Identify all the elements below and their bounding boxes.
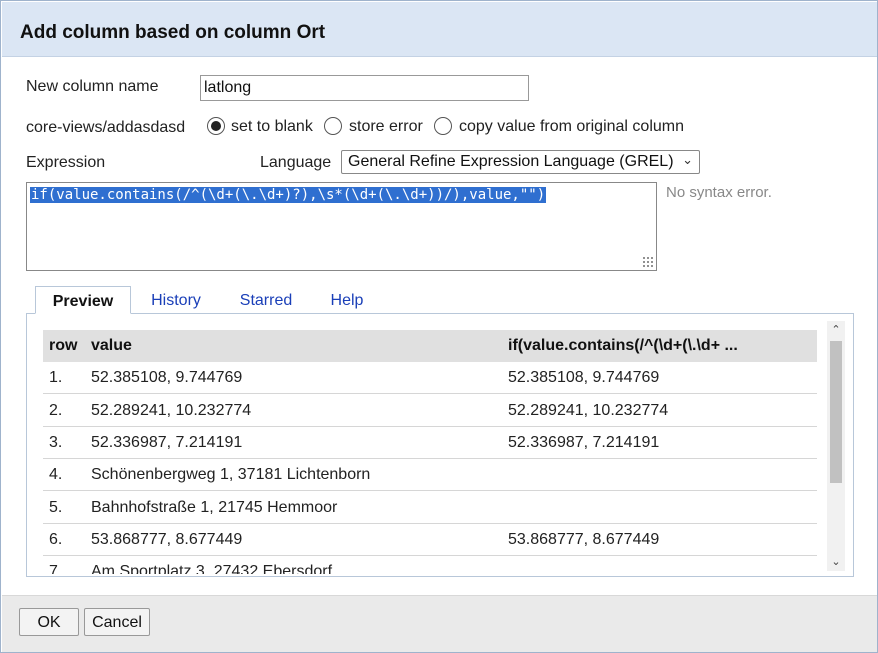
tab-starred[interactable]: Starred — [227, 286, 305, 314]
new-column-name-label: New column name — [26, 78, 159, 95]
cell-result: 52.385108, 9.744769 — [508, 369, 660, 386]
expression-textarea[interactable]: if(value.contains(/^(\d+(\.\d+)?),\s*(\d… — [26, 182, 657, 271]
cell-result: 53.868777, 8.677449 — [508, 531, 660, 548]
cell-row: 5. — [49, 499, 63, 516]
preview-scrollbar[interactable]: ⌃ ⌄ — [827, 321, 845, 571]
add-column-dialog: Add column based on column Ort New colum… — [0, 0, 878, 653]
radio-copy-value[interactable] — [434, 117, 452, 135]
cell-value: 52.385108, 9.744769 — [91, 369, 243, 386]
radio-set-to-blank-label[interactable]: set to blank — [231, 118, 313, 136]
scrollbar-thumb[interactable] — [830, 341, 842, 483]
tab-help[interactable]: Help — [319, 286, 375, 314]
cell-result: 52.289241, 10.232774 — [508, 402, 669, 419]
header-row: row — [49, 337, 78, 354]
tab-history[interactable]: History — [139, 286, 213, 314]
cell-row: 1. — [49, 369, 63, 386]
language-label: Language — [260, 154, 332, 171]
table-row: 7. Am Sportplatz 3, 27432 Ebersdorf — [43, 556, 817, 574]
dialog-titlebar[interactable]: Add column based on column Ort — [2, 2, 877, 57]
expression-text: if(value.contains(/^(\d+(\.\d+)?),\s*(\d… — [30, 187, 547, 203]
cell-value: 52.289241, 10.232774 — [91, 402, 252, 419]
new-column-name-input[interactable] — [200, 75, 529, 101]
language-select-value: General Refine Expression Language (GREL… — [348, 153, 674, 170]
table-row: 4. Schönenbergweg 1, 37181 Lichtenborn — [43, 459, 817, 491]
chevron-down-icon: ⌄ — [682, 152, 693, 167]
header-expression: if(value.contains(/^(\d+(\.\d+ ... — [508, 337, 738, 354]
cell-row: 4. — [49, 466, 63, 483]
on-error-label: core-views/addasdasd — [26, 119, 186, 136]
expression-label: Expression — [26, 154, 106, 171]
radio-store-error-label[interactable]: store error — [349, 118, 423, 136]
header-value: value — [91, 337, 132, 354]
ok-button[interactable]: OK — [19, 608, 79, 636]
radio-set-to-blank[interactable] — [207, 117, 225, 135]
radio-copy-value-label[interactable]: copy value from original column — [459, 118, 684, 136]
table-row: 2. 52.289241, 10.232774 52.289241, 10.23… — [43, 395, 817, 427]
dialog-title: Add column based on column Ort — [20, 22, 326, 43]
cell-row: 3. — [49, 434, 63, 451]
cell-value: Schönenbergweg 1, 37181 Lichtenborn — [91, 466, 371, 483]
cell-value: 53.868777, 8.677449 — [91, 531, 243, 548]
tab-preview[interactable]: Preview — [35, 286, 131, 314]
cell-row: 2. — [49, 402, 63, 419]
table-header: row value if(value.contains(/^(\d+(\.\d+… — [43, 330, 817, 362]
table-row: 6. 53.868777, 8.677449 53.868777, 8.6774… — [43, 524, 817, 556]
syntax-status: No syntax error. — [666, 184, 772, 201]
cancel-button[interactable]: Cancel — [84, 608, 150, 636]
radio-store-error[interactable] — [324, 117, 342, 135]
language-select[interactable]: General Refine Expression Language (GREL… — [341, 150, 700, 174]
preview-table: row value if(value.contains(/^(\d+(\.\d+… — [43, 330, 817, 574]
cell-result: 52.336987, 7.214191 — [508, 434, 660, 451]
cell-row: 6. — [49, 531, 63, 548]
table-row: 3. 52.336987, 7.214191 52.336987, 7.2141… — [43, 427, 817, 459]
cell-value: Am Sportplatz 3, 27432 Ebersdorf — [91, 563, 333, 574]
cell-value: 52.336987, 7.214191 — [91, 434, 243, 451]
table-row: 5. Bahnhofstraße 1, 21745 Hemmoor — [43, 492, 817, 524]
preview-panel: row value if(value.contains(/^(\d+(\.\d+… — [26, 313, 854, 577]
table-row: 1. 52.385108, 9.744769 52.385108, 9.7447… — [43, 362, 817, 394]
chevron-down-icon[interactable]: ⌄ — [827, 553, 845, 571]
chevron-up-icon[interactable]: ⌃ — [827, 321, 845, 339]
cell-row: 7. — [49, 563, 63, 574]
cell-value: Bahnhofstraße 1, 21745 Hemmoor — [91, 499, 338, 516]
resize-grip-icon[interactable] — [642, 256, 654, 268]
